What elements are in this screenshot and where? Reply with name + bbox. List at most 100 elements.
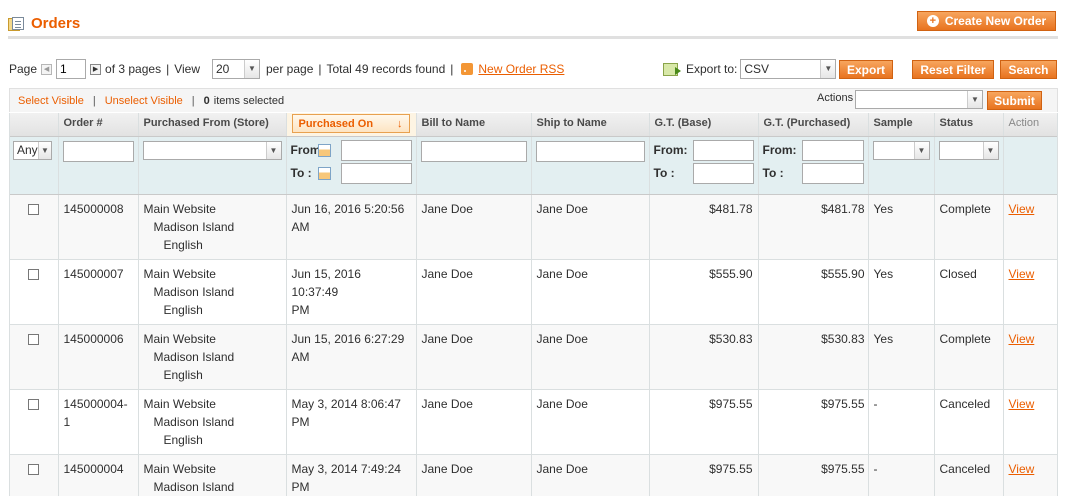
col-gt-purchased[interactable]: G.T. (Purchased) (758, 113, 869, 137)
row-checkbox[interactable] (28, 203, 40, 215)
ship-to-cell: Jane Doe (531, 389, 650, 455)
col-bill-to[interactable]: Bill to Name (416, 113, 532, 137)
reset-filter-button[interactable]: Reset Filter (912, 60, 994, 79)
row-checkbox[interactable] (28, 398, 40, 410)
view-link[interactable]: View (1009, 397, 1035, 411)
col-status[interactable]: Status (934, 113, 1004, 137)
order-number-filter[interactable] (62, 140, 134, 162)
col-sample[interactable]: Sample (868, 113, 935, 137)
purchased-on-ampm: PM (291, 479, 310, 494)
store-group: Madison Island (153, 414, 235, 429)
purchased-on-from-input[interactable] (340, 139, 412, 161)
store-filter-select[interactable]: ▼ (142, 140, 282, 160)
page-number-input[interactable] (56, 59, 87, 79)
sample-cell: Yes (868, 194, 935, 260)
col-purchased-from[interactable]: Purchased From (Store) (138, 113, 287, 137)
store-website: Main Website (143, 396, 216, 411)
grid-header-row: Order # Purchased From (Store) Purchased… (10, 113, 1057, 137)
separator: | (92, 94, 96, 107)
purchased-on-date: May 3, 2014 8:06:47 (291, 396, 401, 411)
gt-base-cell: $975.55 (649, 389, 759, 455)
store-cell: Main Website Madison Island English (138, 194, 287, 260)
export-format-select[interactable]: CSV ▼ (740, 59, 837, 79)
ship-to-cell: Jane Doe (531, 259, 650, 325)
chevron-down-icon: ▼ (265, 141, 281, 159)
store-group: Madison Island (153, 479, 235, 494)
purchased-on-cell: May 3, 2014 8:06:47 PM (286, 389, 417, 455)
pager: Page ◀ ▶ of 3 pages | View 20 ▼ per page… (9, 58, 564, 80)
sample-filter-select[interactable]: ▼ (872, 140, 930, 160)
gt-base-from-input[interactable] (692, 139, 754, 161)
table-row[interactable]: 145000008 Main Website Madison Island Engli… (10, 194, 1057, 260)
store-cell: Main Website Madison Island English (138, 259, 287, 325)
purchased-on-date: Jun 15, 2016 10:37:49 (291, 266, 361, 299)
gt-base-to: To : (654, 162, 754, 185)
purchased-on-to-input[interactable] (340, 162, 412, 184)
gt-purchased-cell: $975.55 (758, 389, 869, 455)
separator: | (166, 62, 170, 76)
export-button[interactable]: Export (839, 60, 893, 79)
next-page-icon[interactable]: ▶ (90, 63, 102, 75)
chevron-down-icon: ▼ (244, 60, 259, 78)
create-new-order-button[interactable]: + Create New Order (917, 11, 1056, 31)
sorted-column-header[interactable]: Purchased On ↓ (291, 114, 410, 133)
col-ship-to[interactable]: Ship to Name (531, 113, 650, 137)
gt-purchased-cell: $530.83 (758, 324, 869, 390)
new-order-rss-link[interactable]: New Order RSS (478, 62, 564, 76)
store-cell: Main Website Madison Island English (138, 389, 287, 455)
chevron-down-icon: ▼ (38, 141, 51, 159)
create-new-order-label: Create New Order (944, 14, 1047, 28)
gt-base-to-input[interactable] (692, 162, 754, 184)
row-checkbox[interactable] (28, 268, 40, 280)
store-view: English (163, 237, 203, 252)
store-group: Madison Island (153, 349, 235, 364)
gt-purchased-from: From: (763, 139, 864, 162)
view-link[interactable]: View (1009, 267, 1035, 281)
table-row[interactable]: 145000006 Main Website Madison Island Engli… (10, 324, 1057, 390)
submit-button[interactable]: Submit (987, 91, 1042, 110)
store-cell: Main Website Madison Island English (138, 324, 287, 390)
status-filter-select[interactable]: ▼ (938, 140, 999, 160)
unselect-visible-link[interactable]: Unselect Visible (105, 95, 183, 107)
purchased-on-ampm: PM (291, 302, 310, 317)
export-label: Export to: (686, 62, 738, 76)
table-row[interactable]: 145000004-1 Main Website Madison Island Eng… (10, 389, 1057, 455)
order-number-cell: 145000006 (58, 324, 139, 390)
col-purchased-on[interactable]: Purchased On ↓ (286, 113, 417, 137)
gt-purchased-to-input[interactable] (801, 162, 864, 184)
sample-cell: - (868, 454, 935, 496)
page-title-text: Orders (31, 15, 81, 32)
calendar-icon[interactable] (317, 166, 331, 180)
order-number-cell: 145000004-1 (58, 389, 139, 455)
view-link[interactable]: View (1009, 462, 1035, 476)
row-checkbox-cell (10, 389, 59, 455)
select-visible-link[interactable]: Select Visible (18, 95, 84, 107)
per-page-label: per page (266, 62, 314, 76)
action-cell: View (1003, 324, 1057, 390)
row-checkbox[interactable] (28, 333, 40, 345)
ship-to-filter[interactable] (535, 140, 645, 162)
order-number-cell: 145000007 (58, 259, 139, 325)
search-button[interactable]: Search (1000, 60, 1057, 79)
col-order-number[interactable]: Order # (58, 113, 139, 137)
row-checkbox-cell (10, 324, 59, 390)
massaction-filter-select[interactable]: Any ▼ (13, 140, 52, 160)
bill-to-cell: Jane Doe (416, 194, 532, 260)
actions-select[interactable]: ▼ (855, 90, 983, 109)
per-page-select[interactable]: 20 ▼ (212, 59, 260, 79)
calendar-icon[interactable] (317, 143, 331, 157)
gt-purchased-from-input[interactable] (801, 139, 864, 161)
page-header: Orders (8, 9, 1058, 39)
col-gt-base[interactable]: G.T. (Base) (649, 113, 759, 137)
sort-desc-icon: ↓ (397, 117, 403, 130)
export-icon (663, 62, 681, 76)
row-checkbox[interactable] (28, 463, 40, 475)
table-row[interactable]: 145000007 Main Website Madison Island Engli… (10, 259, 1057, 325)
gt-purchased-cell: $975.55 (758, 454, 869, 496)
view-link[interactable]: View (1009, 332, 1035, 346)
prev-page-icon[interactable]: ◀ (41, 63, 53, 75)
bill-to-filter[interactable] (420, 140, 527, 162)
orders-grid: Order # Purchased From (Store) Purchased… (9, 113, 1058, 496)
table-row[interactable]: 145000004Main WebsiteMadison IslandEngli… (10, 454, 1057, 496)
view-link[interactable]: View (1009, 202, 1035, 216)
